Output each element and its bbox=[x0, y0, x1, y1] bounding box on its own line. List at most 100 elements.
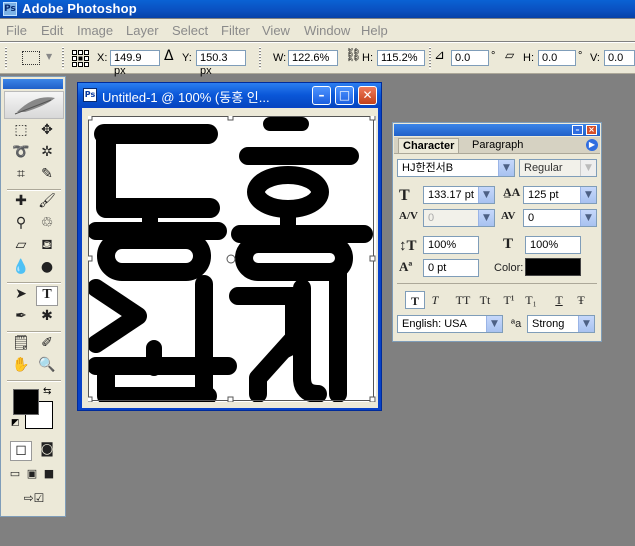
rotate-angle-input[interactable]: 0.0 bbox=[451, 50, 489, 66]
history-brush-tool-icon[interactable]: ♲ bbox=[36, 215, 58, 235]
menu-help[interactable]: Help bbox=[361, 23, 388, 38]
menu-image[interactable]: Image bbox=[77, 23, 113, 38]
move-tool-preset-icon[interactable] bbox=[22, 51, 40, 65]
palette-divider bbox=[397, 283, 597, 284]
lasso-tool-icon[interactable]: ➰ bbox=[10, 144, 32, 164]
path-selection-tool-icon[interactable]: ➤ bbox=[10, 286, 32, 306]
faux-italic-button[interactable]: T bbox=[425, 291, 445, 309]
chevron-down-icon[interactable]: ▼ bbox=[478, 187, 494, 203]
quick-mask-mode-icon[interactable]: ◙ bbox=[36, 441, 58, 461]
full-screen-mode-icon[interactable]: ■ bbox=[41, 467, 57, 487]
chevron-down-icon[interactable]: ▼ bbox=[486, 316, 502, 332]
pen-tool-icon[interactable]: ✒ bbox=[10, 308, 32, 328]
document-canvas[interactable] bbox=[86, 114, 376, 405]
chevron-down-icon[interactable]: ▼ bbox=[580, 210, 596, 226]
tab-character[interactable]: Character bbox=[398, 138, 460, 153]
strikethrough-button[interactable]: Ŧ bbox=[571, 291, 591, 309]
eraser-tool-icon[interactable]: ▱ bbox=[10, 237, 32, 257]
x-position-input[interactable]: 149.9 px bbox=[110, 50, 160, 77]
chevron-down-icon[interactable]: ▼ bbox=[578, 316, 594, 332]
reference-point-icon[interactable] bbox=[72, 50, 89, 67]
height-scale-input[interactable]: 115.2% bbox=[377, 50, 425, 66]
small-caps-button[interactable]: Tt bbox=[475, 291, 495, 309]
horizontal-skew-input[interactable]: 0.0 bbox=[538, 50, 576, 66]
tab-paragraph[interactable]: Paragraph bbox=[468, 138, 527, 153]
width-scale-input[interactable]: 122.6% bbox=[288, 50, 338, 66]
vertical-skew-input[interactable]: 0.0 bbox=[604, 50, 635, 66]
tracking-select[interactable]: 0 ▼ bbox=[523, 209, 597, 227]
type-tool-icon[interactable]: T bbox=[36, 286, 58, 306]
custom-shape-tool-icon[interactable]: ✱ bbox=[36, 308, 58, 328]
palette-title-bar[interactable]: – × bbox=[394, 124, 600, 136]
font-family-select[interactable]: HJ한전서B ▼ bbox=[397, 159, 515, 177]
anti-alias-select[interactable]: Strong ▼ bbox=[527, 315, 595, 333]
baseline-shift-input[interactable]: 0 pt bbox=[423, 259, 479, 277]
options-grip[interactable] bbox=[5, 47, 7, 69]
menu-window[interactable]: Window bbox=[304, 23, 350, 38]
palette-menu-icon[interactable]: ▶ bbox=[586, 139, 598, 151]
superscript-button[interactable]: T¹ bbox=[499, 291, 519, 309]
notes-tool-icon[interactable]: 🗒 bbox=[10, 335, 32, 355]
eyedropper-tool-icon[interactable]: ✐ bbox=[36, 335, 58, 355]
paint-bucket-tool-icon[interactable]: ⛾ bbox=[36, 237, 58, 257]
default-colors-icon[interactable]: ◩ bbox=[11, 418, 20, 428]
chevron-down-icon[interactable]: ▼ bbox=[580, 187, 596, 203]
slice-tool-icon[interactable]: ✎ bbox=[36, 166, 58, 186]
korean-text-layer[interactable] bbox=[86, 114, 376, 405]
blur-tool-icon[interactable]: 💧 bbox=[10, 259, 32, 279]
jump-to-imageready-icon[interactable]: ⇨☑ bbox=[13, 491, 55, 511]
palette-close-button[interactable]: × bbox=[586, 125, 597, 135]
move-tool-icon[interactable]: ✥ bbox=[36, 122, 58, 142]
menu-edit[interactable]: Edit bbox=[41, 23, 63, 38]
menu-layer[interactable]: Layer bbox=[126, 23, 159, 38]
document-title-bar[interactable]: Ps Untitled-1 @ 100% (동홍 인... – □ ✕ bbox=[78, 83, 381, 107]
delta-icon[interactable]: Δ bbox=[164, 48, 174, 64]
chevron-down-icon[interactable]: ▼ bbox=[478, 210, 494, 226]
y-position-input[interactable]: 150.3 px bbox=[196, 50, 246, 77]
foreground-color-swatch[interactable] bbox=[13, 389, 39, 415]
dodge-tool-icon[interactable]: ● bbox=[36, 259, 58, 279]
clone-stamp-tool-icon[interactable]: ⚲ bbox=[10, 215, 32, 235]
photoshop-icon[interactable]: Ps bbox=[3, 2, 17, 16]
vertical-scale-icon: ↕T bbox=[399, 238, 417, 254]
language-select[interactable]: English: USA ▼ bbox=[397, 315, 503, 333]
close-button[interactable]: ✕ bbox=[358, 86, 377, 105]
swap-colors-icon[interactable]: ⇆ bbox=[43, 386, 51, 397]
faux-bold-button[interactable]: T bbox=[405, 291, 425, 309]
kerning-select[interactable]: 0 ▼ bbox=[423, 209, 495, 227]
marquee-tool-icon[interactable]: ⬚ bbox=[10, 122, 32, 142]
menu-select[interactable]: Select bbox=[172, 23, 208, 38]
link-icon[interactable]: ⛓ bbox=[345, 48, 362, 63]
text-color-swatch[interactable] bbox=[525, 258, 581, 276]
menu-file[interactable]: File bbox=[6, 23, 27, 38]
chevron-down-icon[interactable]: ▼ bbox=[580, 160, 596, 176]
maximize-button[interactable]: □ bbox=[335, 86, 354, 105]
chevron-down-icon[interactable]: ▼ bbox=[498, 160, 514, 176]
standard-mode-icon[interactable]: ◻ bbox=[10, 441, 32, 461]
zoom-tool-icon[interactable]: 🔍 bbox=[36, 357, 58, 377]
palette-minimize-button[interactable]: – bbox=[572, 125, 583, 135]
full-screen-menu-mode-icon[interactable]: ▣ bbox=[24, 467, 40, 487]
healing-brush-tool-icon[interactable]: ✚ bbox=[10, 193, 32, 213]
menu-view[interactable]: View bbox=[262, 23, 290, 38]
kerning-icon: A/V bbox=[399, 210, 418, 222]
menu-filter[interactable]: Filter bbox=[221, 23, 250, 38]
feather-logo-icon[interactable] bbox=[4, 91, 64, 119]
standard-screen-mode-icon[interactable]: ▭ bbox=[7, 467, 23, 487]
underline-button[interactable]: T bbox=[549, 291, 569, 309]
document-icon[interactable]: Ps bbox=[83, 88, 97, 102]
font-size-select[interactable]: 133.17 pt ▼ bbox=[423, 186, 495, 204]
leading-select[interactable]: 125 pt ▼ bbox=[523, 186, 597, 204]
magic-wand-tool-icon[interactable]: ✲ bbox=[36, 144, 58, 164]
toolbox-title-bar[interactable] bbox=[3, 79, 63, 89]
subscript-button[interactable]: T₁ bbox=[521, 291, 541, 309]
chevron-down-icon[interactable]: ▼ bbox=[46, 52, 52, 61]
minimize-button[interactable]: – bbox=[312, 86, 331, 105]
font-style-select[interactable]: Regular ▼ bbox=[519, 159, 597, 177]
vertical-scale-input[interactable]: 100% bbox=[423, 236, 479, 254]
all-caps-button[interactable]: TT bbox=[453, 291, 473, 309]
brush-tool-icon[interactable]: 🖌 bbox=[36, 193, 58, 213]
hand-tool-icon[interactable]: ✋ bbox=[10, 357, 32, 377]
crop-tool-icon[interactable]: ⌗ bbox=[10, 166, 32, 186]
horizontal-scale-input[interactable]: 100% bbox=[525, 236, 581, 254]
